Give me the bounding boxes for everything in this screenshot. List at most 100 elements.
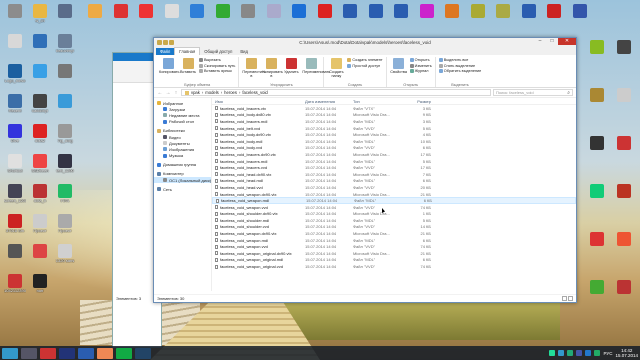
desktop-shortcut[interactable] <box>365 4 387 30</box>
file-row[interactable]: faceless_void_shoulder.dx90.vtx 15.07.201… <box>212 211 576 218</box>
up-button[interactable]: ↑ <box>173 90 179 96</box>
desktop-shortcut[interactable] <box>492 4 514 30</box>
desktop-shortcut[interactable]: text_1290 <box>54 154 76 180</box>
desktop-shortcut[interactable] <box>569 4 591 30</box>
desktop-shortcut[interactable] <box>54 4 76 30</box>
desktop-shortcut[interactable] <box>613 184 635 210</box>
taskbar-app-button[interactable] <box>21 347 37 359</box>
title-bar[interactable]: C:\Users\Asus\.mod\Dota\Dota\vpak\models… <box>154 38 576 47</box>
select-all-button[interactable]: Выделить все <box>438 58 482 62</box>
desktop-shortcut[interactable]: 7lg_dolg <box>54 124 76 150</box>
back-button[interactable]: ← <box>157 90 163 96</box>
file-row[interactable]: faceless_void_weapon.mdl 15.07.2014 14:04… <box>212 237 576 244</box>
desktop-shortcut[interactable]: Dive <box>4 124 26 150</box>
invert-selection-button[interactable]: Обратить выделение <box>438 69 481 73</box>
desktop-shortcut[interactable] <box>543 4 565 30</box>
tray-icon[interactable] <box>594 350 601 356</box>
desktop-shortcut[interactable]: Recent <box>4 94 26 120</box>
desktop-shortcut[interactable]: Logo_nowo <box>4 64 26 90</box>
desktop-shortcut[interactable]: dota_h <box>29 184 51 210</box>
desktop-shortcut[interactable]: SSDbeen <box>29 154 51 180</box>
desktop-shortcut[interactable]: nutf <box>29 274 51 300</box>
desktop-shortcut[interactable] <box>263 4 285 30</box>
taskbar-app-button[interactable] <box>40 347 56 359</box>
easy-access-button[interactable]: Простой доступ <box>347 63 382 68</box>
forward-button[interactable]: → <box>165 90 171 96</box>
desktop-shortcut[interactable] <box>467 4 489 30</box>
desktop-shortcut[interactable]: screen_1200 <box>4 184 26 210</box>
file-row[interactable]: faceless_void_body.mdl 15.07.2014 14:04 Фа… <box>212 138 576 145</box>
file-row[interactable]: faceless_void_weapon.vvd 15.07.2014 14:04… <box>212 243 576 250</box>
nav-network[interactable]: Сеть <box>154 186 211 192</box>
file-row[interactable]: faceless_void_head.vvd 15.07.2014 14:04 Фа… <box>212 184 576 191</box>
taskbar-app-button[interactable] <box>116 347 132 359</box>
file-row[interactable]: faceless_void_weapon.mdl 15.07.2014 14:04… <box>212 197 576 204</box>
breadcrumb-vpak[interactable]: vpak <box>191 90 200 95</box>
open-button[interactable]: Открыть <box>409 58 432 62</box>
desktop-shortcut[interactable] <box>84 4 106 30</box>
column-type[interactable]: Тип <box>353 99 406 104</box>
address-bar[interactable]: vpak › models › heroes › faceless_void <box>181 89 491 96</box>
desktop-shortcut[interactable] <box>416 4 438 30</box>
desktop-shortcut[interactable] <box>161 4 183 30</box>
desktop-shortcut[interactable] <box>613 232 635 258</box>
desktop-shortcut[interactable]: w_ch <box>29 4 51 30</box>
taskbar-app-button[interactable] <box>59 347 75 359</box>
column-date[interactable]: Дата изменения <box>305 99 353 104</box>
history-button[interactable]: Журнал <box>409 69 432 73</box>
desktop-shortcut[interactable] <box>4 34 26 60</box>
desktop-shortcut[interactable] <box>586 280 608 306</box>
file-row[interactable]: faceless_void_head.dx90.vtx 15.07.2014 14… <box>212 171 576 178</box>
minimize-button[interactable]: – <box>534 38 546 45</box>
tray-icon[interactable] <box>585 350 592 356</box>
file-row[interactable]: faceless_void_weapon.dx90.vtx 15.07.2014 … <box>212 191 576 198</box>
copy-path-button[interactable]: Скопировать путь <box>199 63 235 68</box>
desktop-shortcut[interactable]: Проект <box>54 214 76 240</box>
desktop-shortcut[interactable] <box>586 232 608 258</box>
desktop-shortcut[interactable] <box>4 4 26 30</box>
desktop-shortcut[interactable] <box>613 280 635 306</box>
taskbar-app-button[interactable] <box>2 347 18 359</box>
desktop-shortcut[interactable]: 1042112390 <box>4 274 26 300</box>
desktop-shortcut[interactable]: dota2 <box>29 124 51 150</box>
breadcrumb-models[interactable]: models <box>205 90 219 95</box>
desktop-shortcut[interactable] <box>586 40 608 66</box>
tray-icon[interactable] <box>567 350 574 356</box>
desktop-shortcut[interactable] <box>186 4 208 30</box>
tab-file[interactable]: Файл <box>156 48 175 55</box>
file-row[interactable]: faceless_void_weapon_original.vvd 15.07.2… <box>212 263 576 270</box>
file-row[interactable]: faceless_void_shoulder.mdl 15.07.2014 14:… <box>212 217 576 224</box>
desktop-shortcut[interactable]: kakdobyt <box>29 94 51 120</box>
close-button[interactable]: ✕ <box>558 38 576 45</box>
maximize-button[interactable]: □ <box>546 38 558 45</box>
file-row[interactable]: faceless_void_bracers.mdl 15.07.2014 14:0… <box>212 118 576 125</box>
details-view-button[interactable] <box>562 296 567 301</box>
desktop-shortcut[interactable] <box>54 64 76 90</box>
tray-icon[interactable] <box>576 350 583 356</box>
file-row[interactable]: faceless_void_shoulder.vvd 15.07.2014 14:… <box>212 224 576 231</box>
desktop-shortcut[interactable] <box>212 4 234 30</box>
search-input[interactable]: Поиск: faceless_void ⌕ <box>493 89 573 96</box>
new-item-button[interactable]: Создать элемент <box>347 58 383 62</box>
desktop-shortcut[interactable] <box>29 34 51 60</box>
desktop-shortcut[interactable]: FIFA <box>54 184 76 210</box>
file-row[interactable]: faceless_void_belt.vvd 15.07.2014 14:04 Фа… <box>212 125 576 132</box>
file-row[interactable]: faceless_void_weapon.dx90.vtx 15.07.2014 … <box>212 230 576 237</box>
desktop-shortcut[interactable] <box>4 244 26 270</box>
desktop-shortcut[interactable] <box>314 4 336 30</box>
breadcrumb-faceless-void[interactable]: faceless_void <box>242 90 267 95</box>
desktop-shortcut[interactable] <box>518 4 540 30</box>
desktop-shortcut[interactable] <box>586 88 608 114</box>
file-row[interactable]: faceless_void_bracers.dx90.vtx 15.07.2014… <box>212 151 576 158</box>
file-row[interactable]: faceless_void_head.mdl 15.07.2014 14:04 Фа… <box>212 178 576 185</box>
explorer-window[interactable]: C:\Users\Asus\.mod\Dota\Dota\vpak\models… <box>153 37 577 303</box>
desktop-shortcut[interactable]: bezuvimyi <box>54 34 76 60</box>
desktop-shortcut[interactable] <box>390 4 412 30</box>
file-row[interactable]: faceless_void_body.dx90.vtx 15.07.2014 14… <box>212 131 576 138</box>
language-indicator[interactable]: РУС <box>603 351 612 356</box>
desktop-shortcut[interactable] <box>613 88 635 114</box>
desktop-shortcut[interactable] <box>110 4 132 30</box>
select-none-button[interactable]: Снять выделение <box>438 63 482 68</box>
tab-view[interactable]: Вид <box>236 48 252 55</box>
desktop-shortcut[interactable] <box>441 4 463 30</box>
